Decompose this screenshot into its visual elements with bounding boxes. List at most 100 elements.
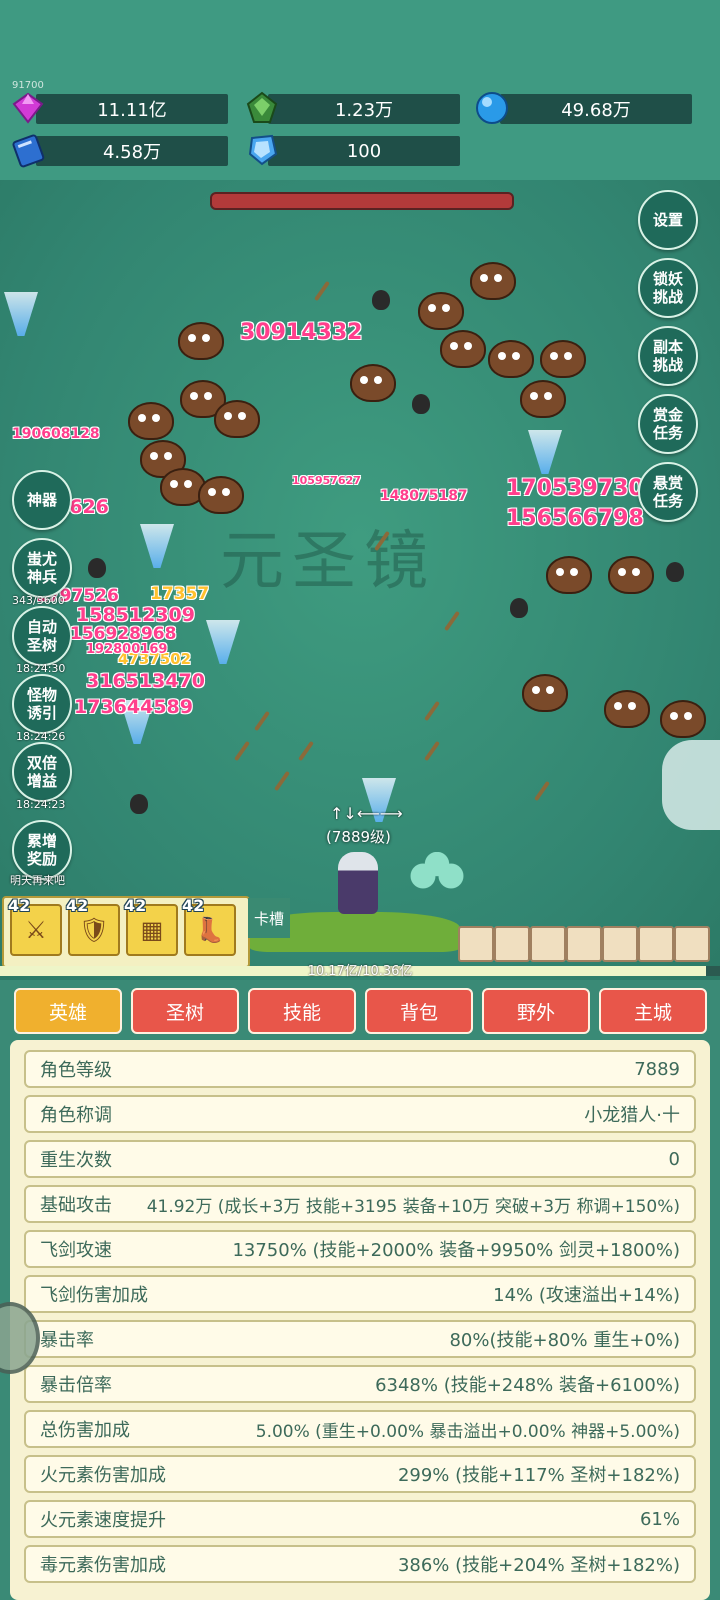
rock <box>130 794 148 814</box>
dungeon-challenge-button[interactable]: 副本挑战 <box>638 326 698 386</box>
stat-value: 7889 <box>634 1058 680 1080</box>
monster[interactable] <box>540 340 586 378</box>
monster[interactable] <box>660 700 706 738</box>
tab-main-city[interactable]: 主城 <box>599 988 707 1034</box>
stat-label: 飞剑伤害加成 <box>40 1285 148 1306</box>
stat-label: 毒元素伤害加成 <box>40 1555 166 1576</box>
skill-icon[interactable] <box>458 926 494 962</box>
monster[interactable] <box>128 402 174 440</box>
tab-wild[interactable]: 野外 <box>482 988 590 1034</box>
lock-demon-label: 锁妖挑战 <box>652 270 683 306</box>
stat-value: 386% (技能+204% 圣树+182%) <box>397 1555 680 1576</box>
bounty-task-button[interactable]: 赏金任务 <box>638 394 698 454</box>
skill-icon[interactable] <box>530 926 566 962</box>
monster-lure-button[interactable]: 怪物诱引 <box>12 674 72 734</box>
settings-button[interactable]: 设置 <box>638 190 698 250</box>
stat-value: 14% (攻速溢出+14%) <box>493 1285 680 1306</box>
monster[interactable] <box>604 690 650 728</box>
card-slot-button[interactable]: 卡槽 <box>248 898 290 938</box>
double-boost-label: 双倍增益 <box>26 754 57 790</box>
auto-tree-button[interactable]: 自动圣树 <box>12 606 72 666</box>
stat-value: 6348% (技能+248% 装备+6100%) <box>375 1375 680 1396</box>
slot-level: 42 <box>124 896 147 915</box>
monster[interactable] <box>488 340 534 378</box>
damage-number: 30914332 <box>240 320 363 345</box>
sacred-tree[interactable] <box>402 852 472 912</box>
monster[interactable] <box>546 556 592 594</box>
damage-number: 105957627 <box>292 474 361 487</box>
stat-value: 61% <box>639 1508 680 1530</box>
stat-row-fire-speed: 火元素速度提升 61% <box>24 1500 696 1538</box>
tab-skills[interactable]: 技能 <box>248 988 356 1034</box>
stat-label: 火元素伤害加成 <box>40 1465 166 1486</box>
tab-sacred-tree[interactable]: 圣树 <box>131 988 239 1034</box>
lock-demon-challenge-button[interactable]: 锁妖挑战 <box>638 258 698 318</box>
stat-row-sword-damage: 飞剑伤害加成 14% (攻速溢出+14%) <box>24 1275 696 1313</box>
double-boost-button[interactable]: 双倍增益 <box>12 742 72 802</box>
skill-icon[interactable] <box>494 926 530 962</box>
hero-level-label: (7889级) <box>326 828 391 846</box>
equip-slot-weapon[interactable]: 42 ⚔ <box>8 896 62 956</box>
reward-task-button[interactable]: 悬赏任务 <box>638 462 698 522</box>
monster[interactable] <box>198 476 244 514</box>
stat-row-rebirth: 重生次数 0 <box>24 1140 696 1178</box>
stat-label: 飞剑攻速 <box>40 1240 112 1261</box>
monster[interactable] <box>608 556 654 594</box>
skill-icon[interactable] <box>566 926 602 962</box>
damage-number: 17357 <box>150 584 210 604</box>
damage-number: 156566798 <box>506 506 644 531</box>
boss-health-bar <box>210 192 514 210</box>
tab-bag[interactable]: 背包 <box>365 988 473 1034</box>
equip-slot-boots[interactable]: 42 👢 <box>182 896 236 956</box>
damage-number: 170539730 <box>506 476 644 501</box>
bounty-label: 赏金任务 <box>652 406 683 442</box>
slot-level: 42 <box>8 896 31 915</box>
flying-sword <box>254 710 270 732</box>
equip-slot-bracer[interactable]: 42 ▦ <box>124 896 178 956</box>
monster[interactable] <box>440 330 486 368</box>
tab-hero[interactable]: 英雄 <box>14 988 122 1034</box>
skill-icon[interactable] <box>638 926 674 962</box>
monster[interactable] <box>520 380 566 418</box>
dungeon-label: 副本挑战 <box>652 338 683 374</box>
resource-gem: 11.11亿 <box>36 94 228 124</box>
battle-arena[interactable]: 元圣镜 30914332 190608128 170539730 1565667… <box>0 180 720 980</box>
tornado-effect <box>4 292 38 336</box>
side-drawer-handle[interactable] <box>662 740 720 830</box>
gem-icon <box>10 90 46 126</box>
stat-value: 41.92万 (成长+3万 技能+3195 装备+10万 突破+3万 称调+15… <box>146 1196 680 1217</box>
monster[interactable] <box>178 322 224 360</box>
cumulative-reward-button[interactable]: 累增奖励 <box>12 820 72 880</box>
stat-row-title: 角色称调 小龙猎人·十 <box>24 1095 696 1133</box>
monster[interactable] <box>418 292 464 330</box>
monster[interactable] <box>470 262 516 300</box>
damage-number: 156928968 <box>70 624 177 644</box>
settings-label: 设置 <box>652 211 683 229</box>
stat-label: 暴击率 <box>40 1330 94 1351</box>
rock <box>88 558 106 578</box>
book-icon <box>10 132 46 168</box>
stat-value: 13750% (技能+2000% 装备+9950% 剑灵+1800%) <box>232 1240 680 1261</box>
monster[interactable] <box>522 674 568 712</box>
equip-slot-armor[interactable]: 42 🛡 <box>66 896 120 956</box>
monster[interactable] <box>214 400 260 438</box>
stat-row-total-damage: 总伤害加成 5.00% (重生+0.00% 暴击溢出+0.00% 神器+5.00%… <box>24 1410 696 1448</box>
stat-label: 暴击倍率 <box>40 1375 112 1396</box>
hero-arrows: ↑↓⟵⟶ <box>330 804 403 823</box>
skill-icon[interactable] <box>674 926 710 962</box>
artifact-button[interactable]: 神器 <box>12 470 72 530</box>
equipment-slot-bar: 42 ⚔ 42 🛡 42 ▦ 42 👢 <box>2 896 250 968</box>
skill-icon[interactable] <box>602 926 638 962</box>
damage-number: 148075187 <box>380 488 468 504</box>
auto-tree-label: 自动圣树 <box>26 618 57 654</box>
damage-number: 190608128 <box>12 426 100 442</box>
chiyou-weapon-button[interactable]: 蚩尤神兵 <box>12 538 72 598</box>
rock <box>412 394 430 414</box>
stat-label: 角色称调 <box>40 1105 112 1126</box>
book-value: 4.58万 <box>102 142 162 163</box>
hero-character[interactable] <box>338 852 378 914</box>
stat-row-base-attack: 基础攻击 41.92万 (成长+3万 技能+3195 装备+10万 突破+3万 称… <box>24 1185 696 1223</box>
monster[interactable] <box>350 364 396 402</box>
chiyou-progress: 343/3600 <box>12 594 65 607</box>
resource-blue-orb: 49.68万 <box>500 94 692 124</box>
